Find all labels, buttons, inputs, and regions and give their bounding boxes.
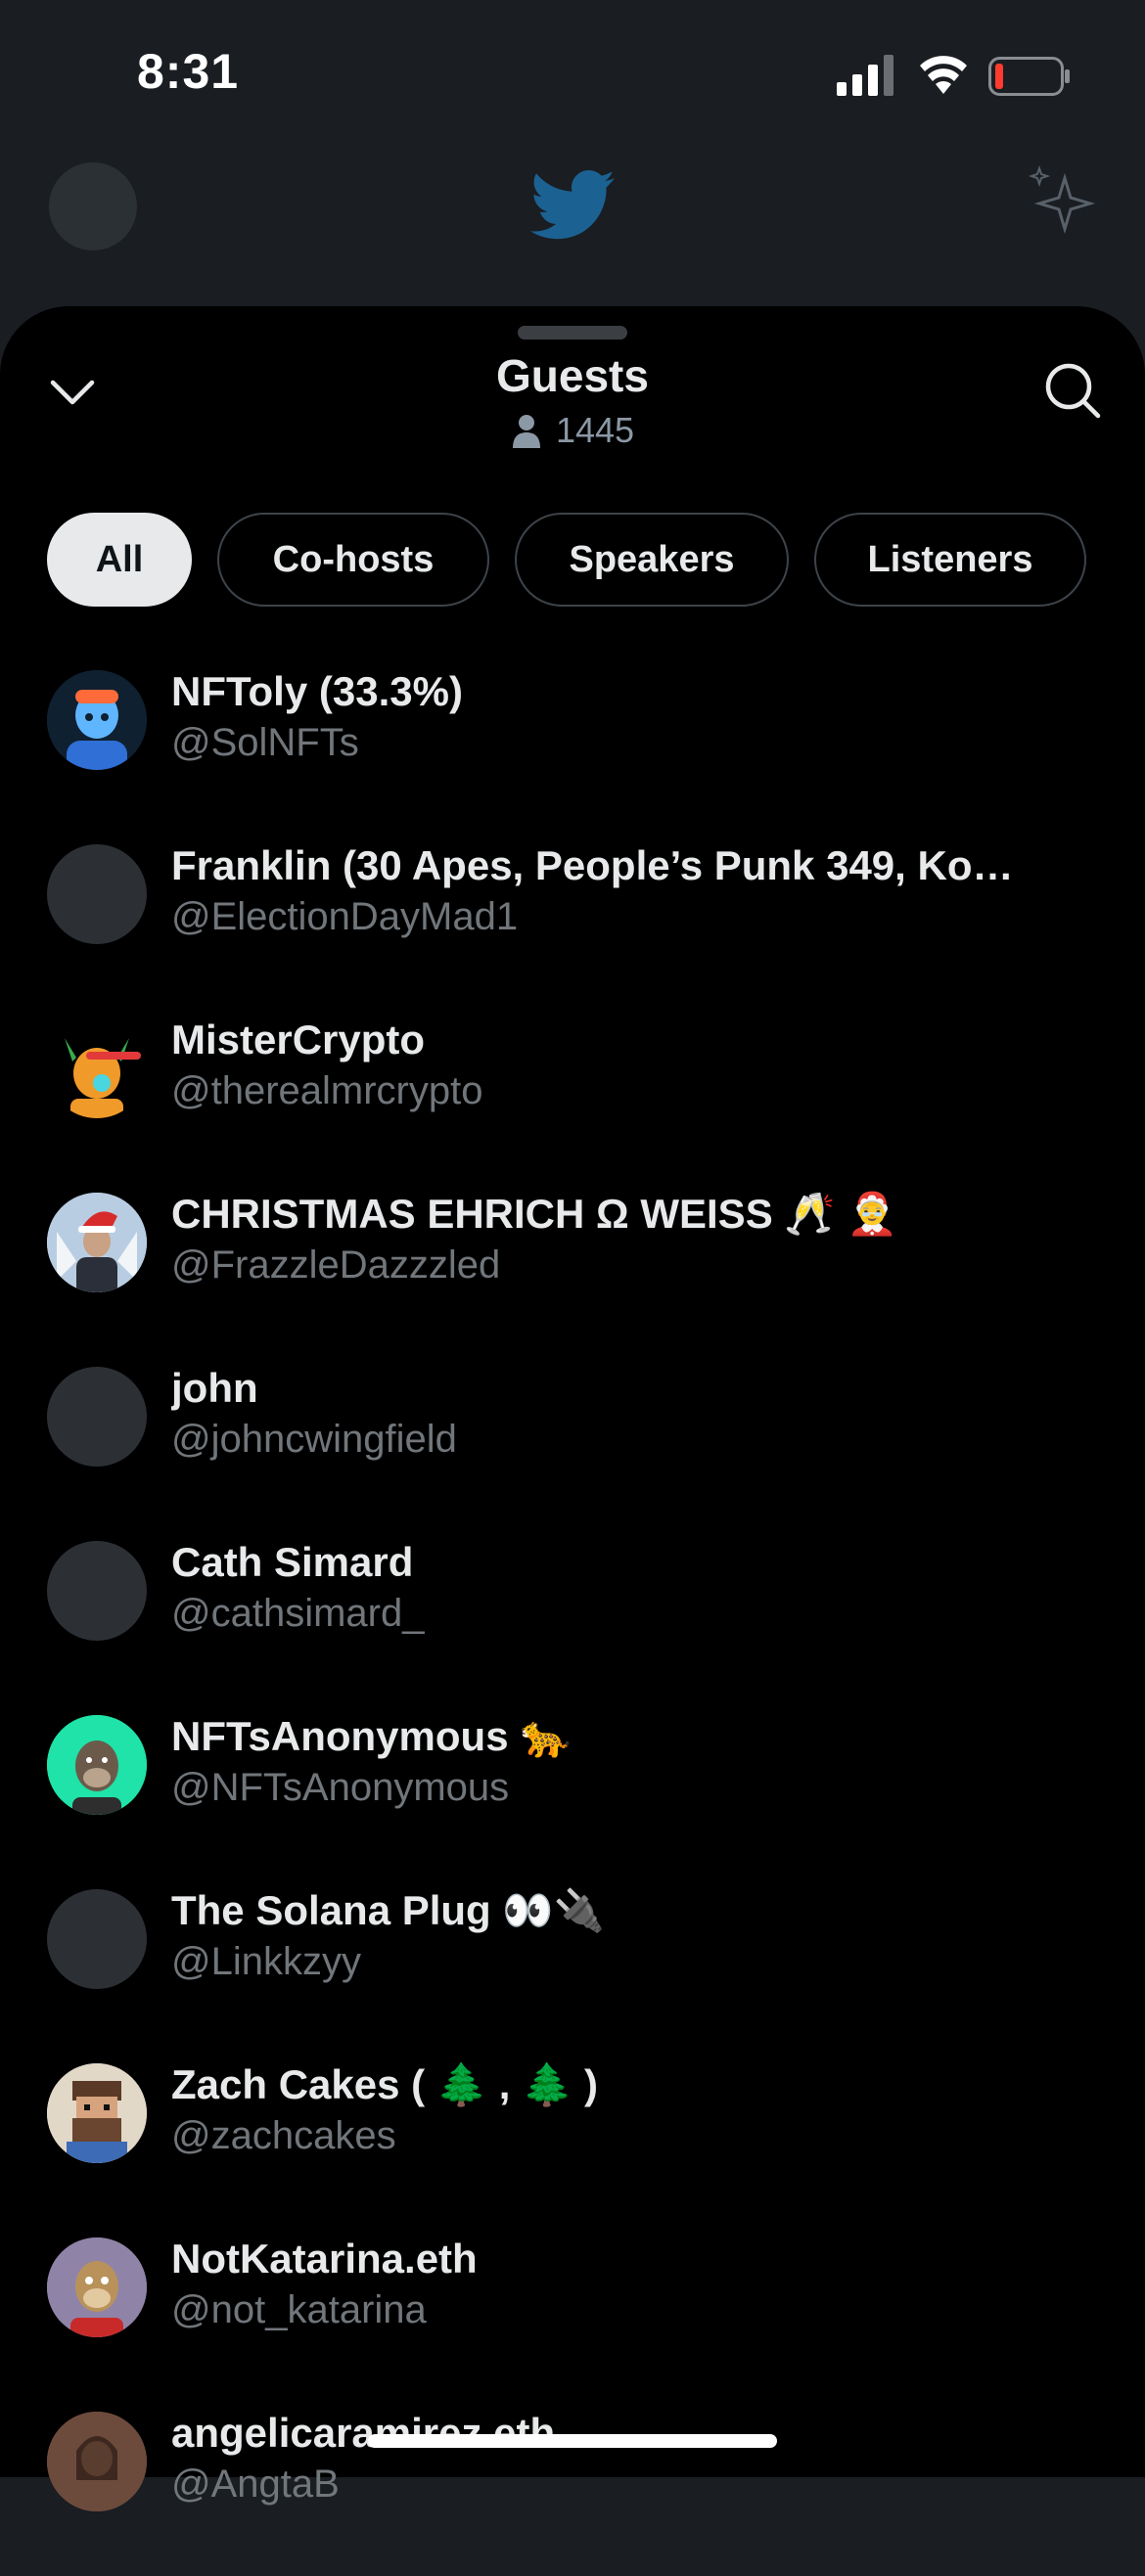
- avatar: [47, 2412, 147, 2511]
- listener-count: 1445: [0, 410, 1145, 451]
- sparkle-icon: [1028, 164, 1096, 235]
- guest-handle: @johncwingfield: [171, 1418, 457, 1461]
- guest-name: Zach Cakes ( 🌲 , 🌲 ): [171, 2061, 599, 2107]
- avatar: [47, 844, 147, 944]
- sheet-title: Guests: [496, 350, 649, 401]
- guest-handle: @zachcakes: [171, 2114, 396, 2157]
- guest-row[interactable]: Cath Simard @cathsimard_: [0, 1531, 1145, 1705]
- guest-name: john: [171, 1365, 258, 1411]
- guest-handle: @NFTsAnonymous: [171, 1766, 510, 1809]
- guest-handle: @FrazzleDazzzled: [171, 1243, 501, 1287]
- avatar: [47, 1889, 147, 1989]
- purple-ape-avatar-icon: [47, 2237, 147, 2337]
- guest-row[interactable]: Franklin (30 Apes, People’s Punk 349, Ko…: [0, 835, 1145, 1009]
- avatar: [47, 1367, 147, 1467]
- guest-name: NFTsAnonymous 🐆: [171, 1713, 572, 1759]
- avatar: [47, 1715, 147, 1815]
- guest-name: CHRISTMAS EHRICH Ω WEISS 🥂 🤶: [171, 1191, 898, 1237]
- guest-row[interactable]: MisterCrypto @therealmrcrypto: [0, 1009, 1145, 1183]
- filter-all[interactable]: All: [47, 513, 192, 607]
- blue-robot-avatar-icon: [47, 670, 147, 770]
- avatar: [47, 2063, 147, 2163]
- orange-character-avatar-icon: [47, 1018, 147, 1118]
- guest-row[interactable]: john @johncwingfield: [0, 1357, 1145, 1531]
- avatar: [47, 2237, 147, 2337]
- sheet-grabber[interactable]: [518, 326, 627, 339]
- guest-handle: @not_katarina: [171, 2288, 427, 2331]
- guest-row[interactable]: NFToly (33.3%) @SolNFTs: [0, 660, 1145, 835]
- filter-co-hosts[interactable]: Co-hosts: [217, 513, 489, 607]
- guest-name: NFToly (33.3%): [171, 668, 463, 714]
- avatar: [47, 1193, 147, 1292]
- guest-name: Cath Simard: [171, 1539, 414, 1585]
- person-icon: [512, 415, 540, 448]
- profile-avatar: [49, 162, 137, 250]
- guest-handle: @ElectionDayMad1: [171, 895, 519, 938]
- avatar: [47, 670, 147, 770]
- guests-sheet: Guests 1445 All Co-hosts Speakers Listen…: [0, 306, 1145, 2511]
- guest-row[interactable]: Zach Cakes ( 🌲 , 🌲 ) @zachcakes: [0, 2054, 1145, 2228]
- guest-row[interactable]: angelicaramirez.eth @AngtaB: [0, 2402, 1145, 2576]
- cellular-signal-icon: [837, 55, 893, 96]
- twitter-bird-icon: [530, 170, 615, 240]
- battery-low-icon: [988, 57, 1070, 96]
- background-twitter-header: [0, 147, 1145, 303]
- photo-avatar-icon: [47, 2412, 147, 2511]
- status-bar: 8:31: [0, 0, 1145, 147]
- guest-handle: @Linkkzyy: [171, 1940, 361, 1983]
- status-time: 8:31: [137, 44, 240, 99]
- filter-listeners[interactable]: Listeners: [814, 513, 1086, 607]
- guest-name: MisterCrypto: [171, 1017, 426, 1062]
- avatar: [47, 1018, 147, 1118]
- guest-handle: @therealmrcrypto: [171, 1069, 483, 1112]
- listener-count-value: 1445: [555, 410, 635, 450]
- pixel-beard-avatar-icon: [47, 2063, 147, 2163]
- guest-name: Franklin (30 Apes, People’s Punk 349, Ko…: [171, 842, 1014, 888]
- guest-name: angelicaramirez.eth: [171, 2410, 556, 2456]
- home-indicator: [368, 2434, 777, 2448]
- guest-row[interactable]: The Solana Plug 👀🔌 @Linkkzyy: [0, 1879, 1145, 2054]
- search-icon[interactable]: [1041, 359, 1102, 420]
- teal-ape-avatar-icon: [47, 1715, 147, 1815]
- filter-tabs: All Co-hosts Speakers Listeners: [47, 513, 1086, 607]
- wifi-icon: [920, 56, 967, 94]
- avatar: [47, 1541, 147, 1641]
- guest-row[interactable]: NFTsAnonymous 🐆 @NFTsAnonymous: [0, 1705, 1145, 1879]
- guest-name: NotKatarina.eth: [171, 2236, 478, 2282]
- guest-handle: @AngtaB: [171, 2463, 340, 2506]
- guest-row[interactable]: NotKatarina.eth @not_katarina: [0, 2228, 1145, 2402]
- guest-row[interactable]: CHRISTMAS EHRICH Ω WEISS 🥂 🤶 @FrazzleDaz…: [0, 1183, 1145, 1357]
- santa-hat-photo-avatar-icon: [47, 1193, 147, 1292]
- guest-handle: @SolNFTs: [171, 721, 359, 764]
- guest-name: The Solana Plug 👀🔌: [171, 1887, 605, 1933]
- filter-speakers[interactable]: Speakers: [515, 513, 789, 607]
- guest-handle: @cathsimard_: [171, 1592, 425, 1635]
- guest-list: NFToly (33.3%) @SolNFTs Franklin (30 Ape…: [0, 660, 1145, 2576]
